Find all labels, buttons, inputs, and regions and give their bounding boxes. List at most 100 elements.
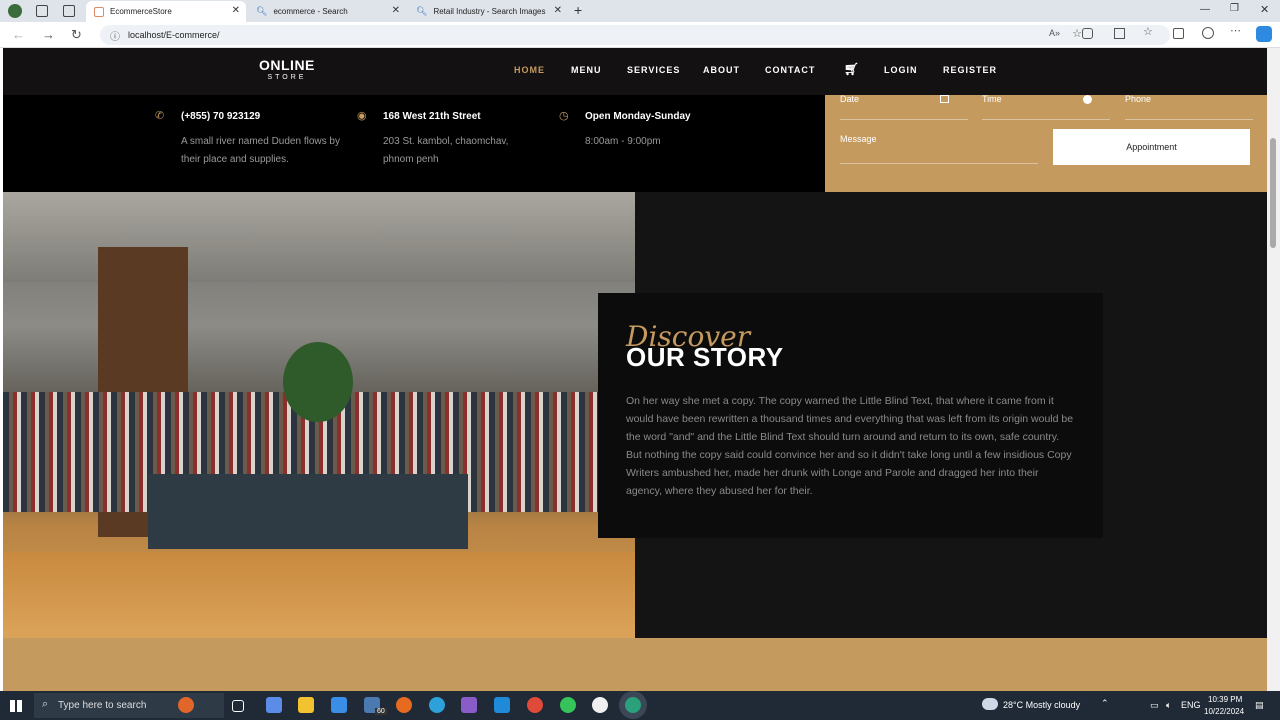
clock-date[interactable]: 10/22/2024 (1204, 707, 1244, 716)
tab-ecommerce-search[interactable]: 🔍︎ ecommerce - Search ✕ (248, 1, 406, 22)
tab-ecommerce-store[interactable]: EcommerceStore ✕ (86, 1, 246, 22)
close-tab-icon[interactable]: ✕ (392, 5, 400, 16)
windows-start-icon[interactable] (10, 700, 22, 712)
story-heading: OUR STORY (626, 342, 784, 372)
phone-description: A small river named Duden flows by their… (181, 136, 340, 165)
back-icon[interactable]: ← (12, 27, 25, 42)
nav-contact[interactable]: CONTACT (765, 65, 815, 75)
chrome-icon[interactable] (527, 697, 543, 713)
favorite-icon[interactable]: ☆ (1072, 27, 1082, 40)
date-field[interactable] (840, 119, 968, 120)
phone-field[interactable] (1125, 119, 1253, 120)
whatsapp-icon[interactable] (560, 697, 576, 713)
extensions-icon[interactable] (1082, 28, 1093, 39)
browser-tab-bar: EcommerceStore ✕ 🔍︎ ecommerce - Search ✕… (0, 0, 1280, 22)
search-icon: ⌕ (42, 698, 49, 710)
time-field[interactable] (982, 119, 1110, 120)
tab-label: ecommerce - Search (273, 7, 348, 16)
url-field[interactable]: ⓘ localhost/E-commerce/ A» ☆ (100, 25, 1170, 45)
close-tab-icon[interactable]: ✕ (554, 5, 562, 16)
message-field[interactable] (840, 163, 1038, 164)
close-tab-icon[interactable]: ✕ (232, 5, 240, 16)
address-description: 203 St. kambol, chaomchav, phnom penh (383, 136, 509, 165)
task-view-icon[interactable] (232, 700, 244, 712)
logo-line2: STORE (267, 74, 307, 81)
read-aloud-icon[interactable]: A» (1049, 28, 1060, 38)
split-screen-icon[interactable] (1114, 28, 1125, 39)
weather-text[interactable]: 28°C Mostly cloudy (1003, 700, 1080, 710)
network-icon[interactable]: ▭ (1150, 700, 1159, 711)
tab-actions-icon[interactable] (63, 5, 75, 17)
appointment-button[interactable]: Appointment (1053, 129, 1250, 165)
clock-icon: ◷ (559, 110, 569, 122)
forward-icon[interactable]: → (42, 27, 55, 42)
firefox-icon[interactable] (396, 697, 412, 713)
store-interior-image (3, 192, 635, 638)
tab-label: Retail Industry - Search Images (433, 7, 546, 16)
address-title: 168 West 21th Street (383, 111, 481, 122)
github-icon[interactable] (592, 697, 608, 713)
tray-chevron-icon[interactable]: ⌃ (1101, 698, 1109, 709)
clock-time[interactable]: 10:39 PM (1208, 695, 1242, 704)
taskbar-search-box[interactable]: ⌕ Type here to search (34, 693, 224, 718)
visual-studio-icon[interactable] (461, 697, 477, 713)
scrollbar-thumb[interactable] (1270, 138, 1276, 248)
copilot-taskbar-icon[interactable] (266, 697, 282, 713)
search-favicon-icon: 🔍︎ (256, 6, 268, 16)
search-placeholder: Type here to search (58, 700, 147, 711)
notifications-icon[interactable]: ▤ (1255, 700, 1264, 711)
weather-icon (982, 698, 998, 710)
hours-description: 8:00am - 9:00pm (585, 136, 661, 147)
cart-icon[interactable]: 🛒︎ (844, 62, 860, 76)
file-explorer-icon[interactable] (298, 697, 314, 713)
nav-login[interactable]: LOGIN (884, 65, 918, 75)
info-icon: ⓘ (110, 32, 120, 43)
basketball-icon (178, 697, 194, 713)
time-label: Time (982, 94, 1002, 104)
profile-icon[interactable] (8, 4, 22, 18)
close-window-icon[interactable]: ✕ (1260, 3, 1269, 16)
nav-home[interactable]: HOME (514, 65, 545, 75)
page-scrollbar[interactable] (1267, 48, 1280, 691)
language-indicator[interactable]: ENG (1181, 700, 1201, 710)
time-picker-icon[interactable] (1083, 95, 1092, 104)
date-label: Date (840, 94, 860, 104)
volume-icon[interactable]: 🔈︎ (1166, 700, 1171, 711)
phone-label: Phone (1125, 94, 1152, 104)
minimize-icon[interactable]: — (1200, 4, 1210, 15)
telegram-icon[interactable] (429, 697, 445, 713)
favorites-icon[interactable]: ☆ (1143, 25, 1153, 38)
address-bar-row: ← → ↻ ⓘ localhost/E-commerce/ A» ☆ ☆ ⋯ (0, 22, 1280, 48)
copilot-icon[interactable] (1256, 26, 1272, 42)
collections-icon[interactable] (1173, 28, 1184, 39)
workspaces-icon[interactable] (36, 5, 48, 17)
more-options-icon[interactable]: ⋯ (1230, 24, 1241, 37)
site-logo[interactable]: ONLINE STORE (259, 58, 315, 81)
vscode-icon[interactable] (494, 697, 510, 713)
maximize-icon[interactable]: ❐ (1230, 3, 1239, 14)
story-body: On her way she met a copy. The copy warn… (626, 395, 1074, 497)
contact-info-bar: ✆ (+855) 70 923129 A small river named D… (3, 95, 825, 192)
store-icon[interactable] (331, 697, 347, 713)
refresh-icon[interactable]: ↻ (71, 27, 82, 43)
tab-label: EcommerceStore (110, 7, 172, 16)
nav-menu[interactable]: MENU (571, 65, 602, 75)
nav-about[interactable]: ABOUT (703, 65, 740, 75)
store-favicon-icon (94, 6, 104, 17)
nav-register[interactable]: REGISTER (943, 65, 997, 75)
calendar-icon[interactable] (940, 95, 949, 103)
url-text: localhost/E-commerce/ (128, 30, 220, 40)
tab-retail-images[interactable]: 🔍︎ Retail Industry - Search Images ✕ (408, 1, 568, 22)
phone-icon: ✆ (155, 110, 165, 122)
site-header: ONLINE STORE HOME MENU SERVICES ABOUT CO… (3, 48, 1267, 95)
browser-essentials-icon[interactable] (1202, 27, 1214, 39)
new-tab-button[interactable]: + (574, 2, 582, 18)
edge-icon[interactable] (625, 697, 641, 713)
phone-number: (+855) 70 923129 (181, 111, 261, 122)
message-label: Message (840, 134, 877, 144)
nav-services[interactable]: SERVICES (627, 65, 680, 75)
appointment-form: Date Time Phone Message Appointment (825, 94, 1267, 192)
logo-line1: ONLINE (259, 57, 315, 73)
search-favicon-icon: 🔍︎ (416, 6, 428, 16)
webpage: ONLINE STORE HOME MENU SERVICES ABOUT CO… (3, 48, 1267, 691)
